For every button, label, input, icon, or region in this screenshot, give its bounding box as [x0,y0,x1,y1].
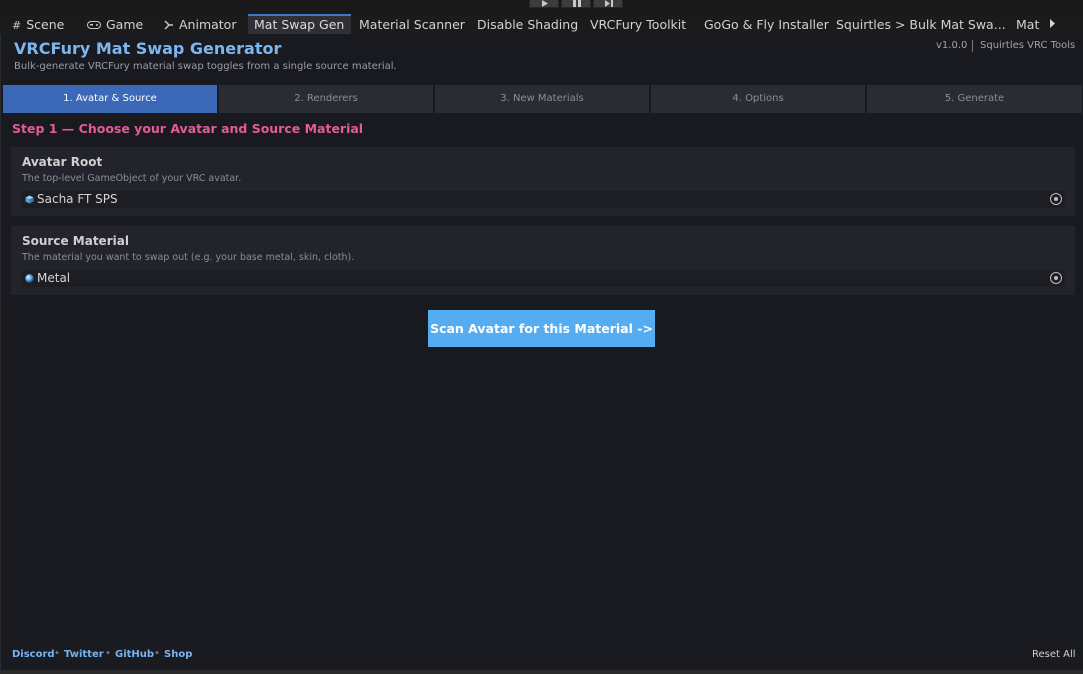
step-icon [605,0,613,7]
step-tab-generate[interactable]: 5. Generate [867,85,1082,113]
tab-disable-shading[interactable]: Disable Shading [471,14,581,34]
grid-icon: # [12,19,22,32]
window-header: VRCFury Mat Swap Generator Bulk-generate… [1,34,1083,84]
tab-material-scanner[interactable]: Material Scanner [353,14,468,34]
shop-link[interactable]: Shop [164,649,192,660]
play-controls [529,0,623,8]
source-material-value: Metal [37,271,71,285]
tab-label: Animator [179,17,237,32]
github-link[interactable]: GitHub [115,649,154,660]
editor-tab-strip: # Scene Game Animator Mat Swap Gen Materi… [0,14,1083,35]
tab-scroll-right-button[interactable] [1044,14,1062,34]
twitter-link[interactable]: Twitter [64,649,104,660]
play-button[interactable] [529,0,559,8]
object-picker-icon[interactable] [1050,193,1062,205]
avatar-root-help: The top-level GameObject of your VRC ava… [22,173,242,184]
tab-gogo-fly-installer[interactable]: GoGo & Fly Installer [698,14,829,34]
chevron-right-icon [1050,19,1055,28]
animator-icon [164,15,174,34]
avatar-root-card: Avatar Root The top-level GameObject of … [11,147,1075,216]
step-tab-options[interactable]: 4. Options [651,85,865,113]
avatar-root-field[interactable]: Sacha FT SPS [22,191,1065,208]
avatar-root-label: Avatar Root [22,155,103,169]
tab-label: Game [106,17,144,32]
tab-label: Scene [26,17,65,32]
step-tab-new-materials[interactable]: 3. New Materials [435,85,649,113]
play-controls-bar [0,0,1083,14]
tab-label: Disable Shading [477,17,579,32]
avatar-root-value: Sacha FT SPS [37,192,118,206]
tab-overflow-menu[interactable] [1062,14,1083,34]
tab-game[interactable]: Game [81,14,153,34]
play-icon [542,0,548,7]
tab-bulk-mat-swap[interactable]: Squirtles > Bulk Mat Swa... [830,14,1010,34]
source-material-label: Source Material [22,234,129,248]
page-title: VRCFury Mat Swap Generator [14,39,282,58]
step-tab-avatar-source[interactable]: 1. Avatar & Source [3,85,217,113]
gameobject-icon [25,195,34,204]
tab-animator[interactable]: Animator [158,14,244,34]
step-button[interactable] [593,0,623,8]
source-material-field[interactable]: Metal [22,270,1065,287]
material-sphere-icon [25,274,34,283]
footer-bar: Discord • Twitter • GitHub • Shop Reset … [1,642,1083,670]
pause-button[interactable] [561,0,591,8]
pause-icon [573,0,581,7]
tab-mat-swap-gen[interactable]: Mat Swap Gen [248,14,351,34]
reset-all-button[interactable]: Reset All [1032,649,1076,660]
page-subtitle: Bulk-generate VRCFury material swap togg… [14,61,397,72]
brand-label: Squirtles VRC Tools [980,40,1076,51]
tab-label: GoGo & Fly Installer [704,17,829,32]
tab-label: Squirtles > Bulk Mat Swa... [836,17,1006,32]
footer-separator: • [154,648,160,659]
gamepad-icon [87,15,101,34]
step-heading: Step 1 — Choose your Avatar and Source M… [12,121,364,136]
step-tab-renderers[interactable]: 2. Renderers [219,85,433,113]
scan-avatar-button[interactable]: Scan Avatar for this Material -> [428,310,655,347]
source-material-card: Source Material The material you want to… [11,226,1075,295]
tab-vrcfury-toolkit[interactable]: VRCFury Toolkit [584,14,696,34]
tab-label: Material Scanner [359,17,465,32]
footer-separator: • [54,648,60,659]
tab-scene[interactable]: # Scene [6,14,78,34]
wizard-steps: 1. Avatar & Source 2. Renderers 3. New M… [3,85,1082,113]
footer-separator: • [105,648,111,659]
window-bottom-border [0,670,1083,674]
tab-label: Mat Swap Gen [254,17,345,32]
discord-link[interactable]: Discord [12,649,55,660]
version-label: v1.0.0 [936,40,968,51]
source-material-help: The material you want to swap out (e.g. … [22,252,355,263]
mat-swap-generator-window: VRCFury Mat Swap Generator Bulk-generate… [0,34,1083,670]
header-divider [972,40,973,52]
tab-label: VRCFury Toolkit [590,17,687,32]
object-picker-icon[interactable] [1050,272,1062,284]
